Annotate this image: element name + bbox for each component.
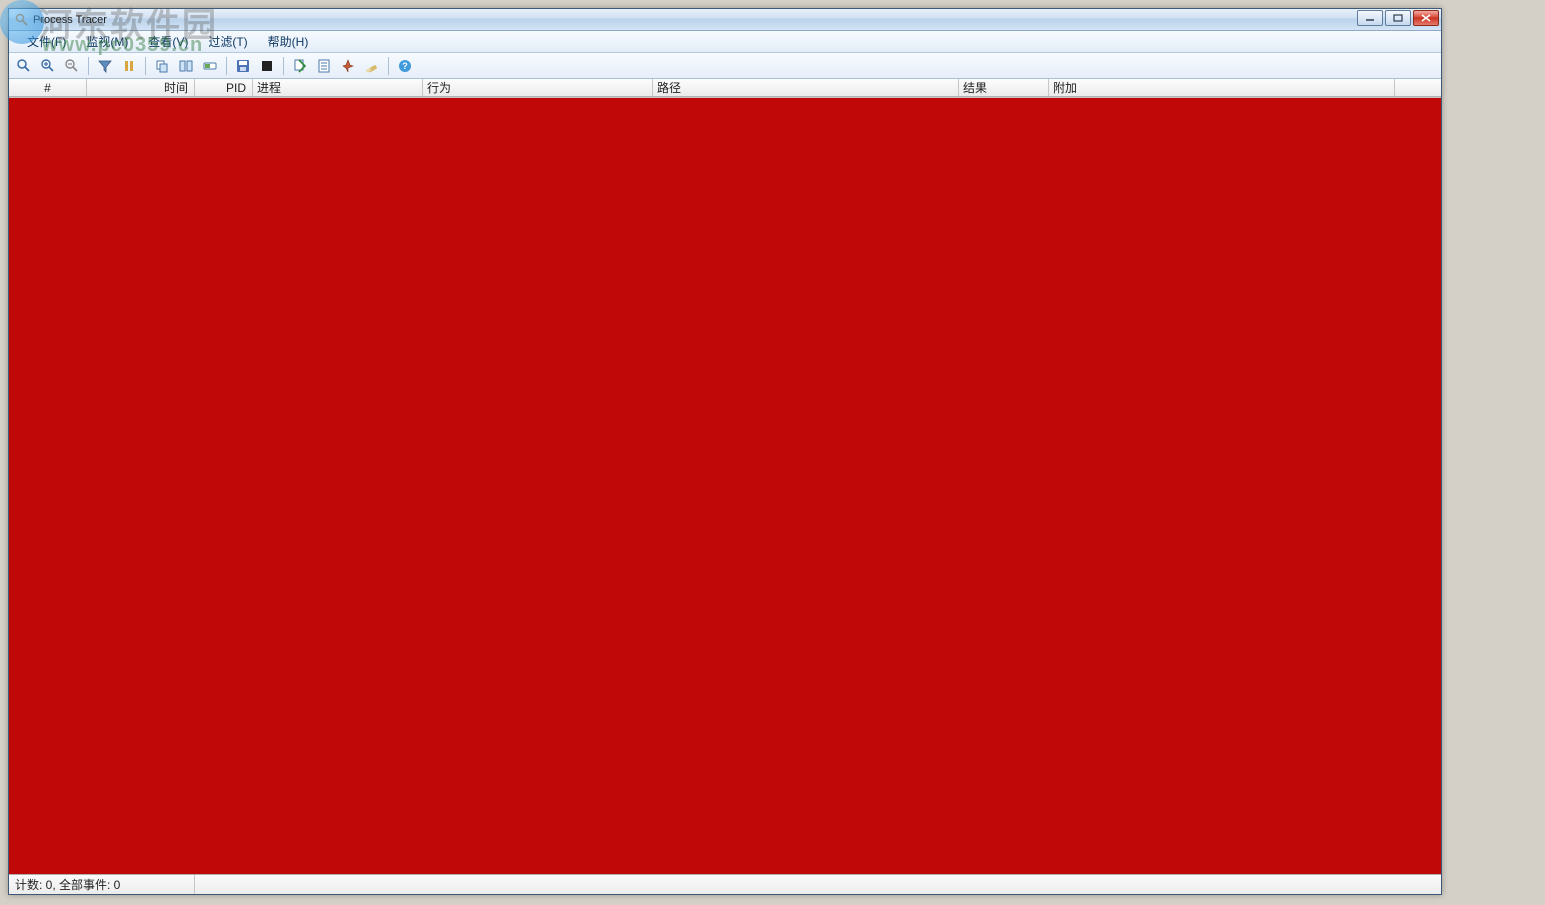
toolbar: ? [9, 53, 1441, 79]
close-button[interactable] [1413, 10, 1439, 26]
find-icon[interactable] [13, 55, 35, 77]
minimize-button[interactable] [1357, 10, 1383, 26]
toolbar-separator [145, 57, 146, 75]
clear-icon[interactable] [361, 55, 383, 77]
stop-icon[interactable] [256, 55, 278, 77]
menu-monitor[interactable]: 监视(M) [76, 31, 138, 52]
column-action[interactable]: 行为 [423, 79, 653, 96]
title-bar[interactable]: Process Tracer [9, 9, 1441, 31]
content-area[interactable] [9, 97, 1441, 874]
toolbar-separator [388, 57, 389, 75]
window-controls [1357, 10, 1439, 26]
menu-view[interactable]: 查看(V) [138, 31, 198, 52]
status-bar: 计数: 0, 全部事件: 0 [9, 874, 1441, 894]
column-seq[interactable]: # [9, 79, 87, 96]
status-counts: 计数: 0, 全部事件: 0 [9, 875, 195, 894]
toggle-icon[interactable] [199, 55, 221, 77]
window-title: Process Tracer [33, 14, 107, 26]
menu-bar: 文件(F) 监视(M) 查看(V) 过滤(T) 帮助(H) [9, 31, 1441, 53]
pin-icon[interactable] [337, 55, 359, 77]
filter-icon[interactable] [94, 55, 116, 77]
column-result[interactable]: 结果 [959, 79, 1049, 96]
column-attach[interactable]: 附加 [1049, 79, 1395, 96]
table-header: # 时间 PID 进程 行为 路径 结果 附加 [9, 79, 1441, 97]
copy-icon[interactable] [151, 55, 173, 77]
properties-icon[interactable] [313, 55, 335, 77]
menu-help[interactable]: 帮助(H) [258, 31, 319, 52]
column-pid[interactable]: PID [195, 79, 253, 96]
app-icon [15, 13, 29, 27]
maximize-button[interactable] [1385, 10, 1411, 26]
column-extra[interactable] [1395, 79, 1441, 96]
save-icon[interactable] [232, 55, 254, 77]
svg-text:?: ? [402, 61, 408, 71]
toolbar-separator [226, 57, 227, 75]
column-path[interactable]: 路径 [653, 79, 959, 96]
help-icon[interactable]: ? [394, 55, 416, 77]
menu-filter[interactable]: 过滤(T) [198, 31, 257, 52]
jump-icon[interactable] [289, 55, 311, 77]
toolbar-separator [283, 57, 284, 75]
column-process[interactable]: 进程 [253, 79, 423, 96]
menu-file[interactable]: 文件(F) [17, 31, 76, 52]
toolbar-separator [88, 57, 89, 75]
zoom-in-icon[interactable] [37, 55, 59, 77]
app-window: Process Tracer 文件(F) 监视(M) 查看(V) 过滤(T) 帮… [8, 8, 1442, 895]
column-time[interactable]: 时间 [87, 79, 195, 96]
zoom-out-icon[interactable] [61, 55, 83, 77]
pause-icon[interactable] [118, 55, 140, 77]
split-icon[interactable] [175, 55, 197, 77]
status-pane-2 [195, 875, 1441, 894]
